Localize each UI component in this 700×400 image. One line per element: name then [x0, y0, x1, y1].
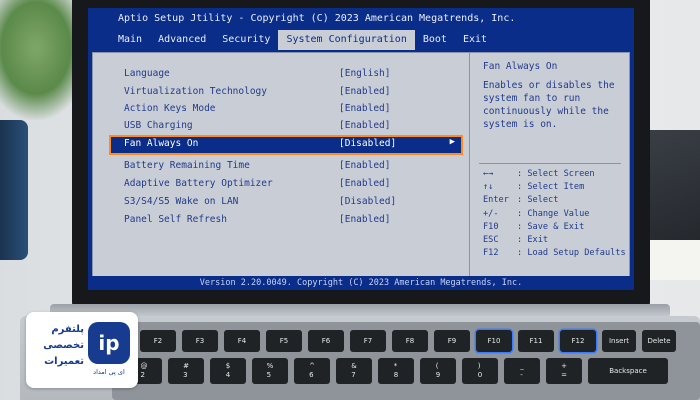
key-number[interactable]: ^ 6 [294, 358, 330, 384]
setting-label: Virtualization Technology [124, 86, 267, 97]
key-legend-row: Enter : Select [483, 195, 627, 208]
key-name: +/- [483, 208, 499, 219]
number-key-row: @ 2 # 3 $ 4% 5 ^ 6 & 7 * 8( 9) 0 _ - + = Backspa… [126, 358, 668, 384]
setting-label: Panel Self Refresh [124, 214, 227, 225]
setting-row[interactable]: Panel Self Refresh [Enabled] [111, 213, 461, 229]
key-number[interactable]: ( 9 [420, 358, 456, 384]
tab-main[interactable]: Main [110, 30, 150, 50]
tab-system-configuration[interactable]: System Configuration [278, 30, 415, 50]
panel-divider [469, 53, 470, 277]
key-number[interactable]: * 8 [378, 358, 414, 384]
bios-main-panel: Language [English] Virtualization Technolo… [92, 52, 630, 278]
setting-value[interactable]: [Enabled] [339, 160, 390, 171]
setting-value[interactable]: [Disabled] [339, 196, 396, 207]
key-name: Enter [483, 195, 509, 206]
setting-label: Fan Always On [124, 138, 199, 149]
setting-row[interactable]: Action Keys Mode [Enabled] [111, 102, 461, 118]
setting-value[interactable]: [English] [339, 68, 390, 79]
help-panel: Fan Always On Enables or disables the sy… [475, 57, 627, 273]
setting-row[interactable]: Fan Always On [Disabled] ▶ [109, 135, 463, 155]
key-insert[interactable]: Insert [602, 330, 636, 352]
key-name: ↑↓ [483, 182, 494, 193]
setting-row[interactable]: Virtualization Technology [Enabled] [111, 85, 461, 101]
key-f11[interactable]: F11 [518, 330, 554, 352]
submenu-arrow-icon: ▶ [449, 137, 455, 147]
key-description: : Select Item [517, 182, 585, 193]
key-number[interactable]: ) 0 [462, 358, 498, 384]
setting-row[interactable]: Battery Remaining Time [Enabled] [111, 159, 461, 175]
key-number[interactable]: & 7 [336, 358, 372, 384]
setting-row[interactable]: S3/S4/S5 Wake on LAN [Disabled] [111, 195, 461, 211]
setting-label: Battery Remaining Time [124, 160, 250, 171]
setting-value[interactable]: [Enabled] [339, 178, 390, 189]
mug-decoration [0, 120, 28, 260]
setting-value[interactable]: [Enabled] [339, 120, 390, 131]
key-f12[interactable]: F12 [560, 330, 596, 352]
key-backspace[interactable]: Backspace [588, 358, 668, 384]
tab-security[interactable]: Security [214, 30, 278, 50]
key-legend-row: ↑↓ : Select Item [483, 182, 627, 195]
bios-title: Aptio Setup Jtility - Copyright (C) 2023… [88, 8, 634, 30]
key-f2[interactable]: F2 [140, 330, 176, 352]
key-description: : Load Setup Defaults [517, 248, 626, 259]
help-text: Enables or disables the system fan to ru… [483, 80, 615, 130]
function-key-row: F2 F3 F4 F5 F6 F7 F8 F9 F10 F11 F12 Insert Delete [140, 330, 676, 352]
brand-logo: پلتفرم تخصصی تعمیرات ip ای پی امداد [26, 312, 138, 388]
key-name: F12 [483, 248, 499, 259]
key-description: : Save & Exit [517, 221, 585, 232]
key-f7[interactable]: F7 [350, 330, 386, 352]
key-f6[interactable]: F6 [308, 330, 344, 352]
key-f10[interactable]: F10 [476, 330, 512, 352]
key-name: F10 [483, 221, 499, 232]
key-f4[interactable]: F4 [224, 330, 260, 352]
key-legend-row: F10 : Save & Exit [483, 222, 627, 235]
setting-value[interactable]: [Enabled] [339, 86, 390, 97]
key-delete[interactable]: Delete [642, 330, 676, 352]
help-title: Fan Always On [483, 61, 558, 72]
bios-tabs: Main Advanced Security System Configuration… [88, 30, 634, 50]
bios-footer: Version 2.20.0049. Copyright (C) 2023 Am… [88, 276, 634, 290]
setting-label: Adaptive Battery Optimizer [124, 178, 273, 189]
key-description: : Select [517, 195, 559, 206]
setting-row[interactable]: USB Charging [Enabled] [111, 119, 461, 135]
setting-label: Language [124, 68, 170, 79]
key-legend-row: ESC : Exit [483, 235, 627, 248]
key-description: : Select Screen [517, 169, 595, 179]
settings-list: Language [English] Virtualization Technolo… [97, 57, 469, 273]
key-legend-row: F12 : Load Setup Defaults [483, 248, 627, 261]
setting-value[interactable]: [Enabled] [339, 103, 390, 114]
key-f8[interactable]: F8 [392, 330, 428, 352]
setting-label: USB Charging [124, 120, 193, 131]
key-legend-row: +/- : Change Value [483, 209, 627, 222]
key-description: : Change Value [517, 208, 590, 219]
setting-value[interactable]: [Enabled] [339, 214, 390, 225]
key-f3[interactable]: F3 [182, 330, 218, 352]
key-number[interactable]: % 5 [252, 358, 288, 384]
setting-label: S3/S4/S5 Wake on LAN [124, 196, 239, 207]
key-legend-row: ←→ : Select Screen [483, 169, 627, 182]
setting-row[interactable]: Adaptive Battery Optimizer [Enabled] [111, 177, 461, 193]
key-number[interactable]: _ - [504, 358, 540, 384]
setting-value[interactable]: [Disabled] [339, 138, 396, 149]
tab-exit[interactable]: Exit [455, 30, 495, 50]
logo-mark-label: ای پی امداد [93, 368, 125, 376]
key-number[interactable]: $ 4 [210, 358, 246, 384]
logo-mark-icon: ip [88, 322, 130, 364]
key-f5[interactable]: F5 [266, 330, 302, 352]
setting-label: Action Keys Mode [124, 103, 216, 114]
key-name: ←→ [483, 169, 494, 179]
setting-row[interactable]: Language [English] [111, 67, 461, 83]
help-separator [479, 163, 621, 164]
key-number[interactable]: # 3 [168, 358, 204, 384]
key-number[interactable]: + = [546, 358, 582, 384]
tab-advanced[interactable]: Advanced [150, 30, 214, 50]
key-description: : Exit [517, 234, 549, 245]
bios-screen: Aptio Setup Jtility - Copyright (C) 2023… [88, 8, 634, 290]
key-name: ESC [483, 234, 499, 245]
key-f9[interactable]: F9 [434, 330, 470, 352]
key-legend: ←→ : Select Screen ↑↓ : Select Item Enter : S… [483, 169, 627, 261]
logo-text: پلتفرم تخصصی تعمیرات [43, 324, 84, 367]
tab-boot[interactable]: Boot [415, 30, 455, 50]
keyboard: F2 F3 F4 F5 F6 F7 F8 F9 F10 F11 F12 Insert Delete @ … [112, 322, 700, 400]
